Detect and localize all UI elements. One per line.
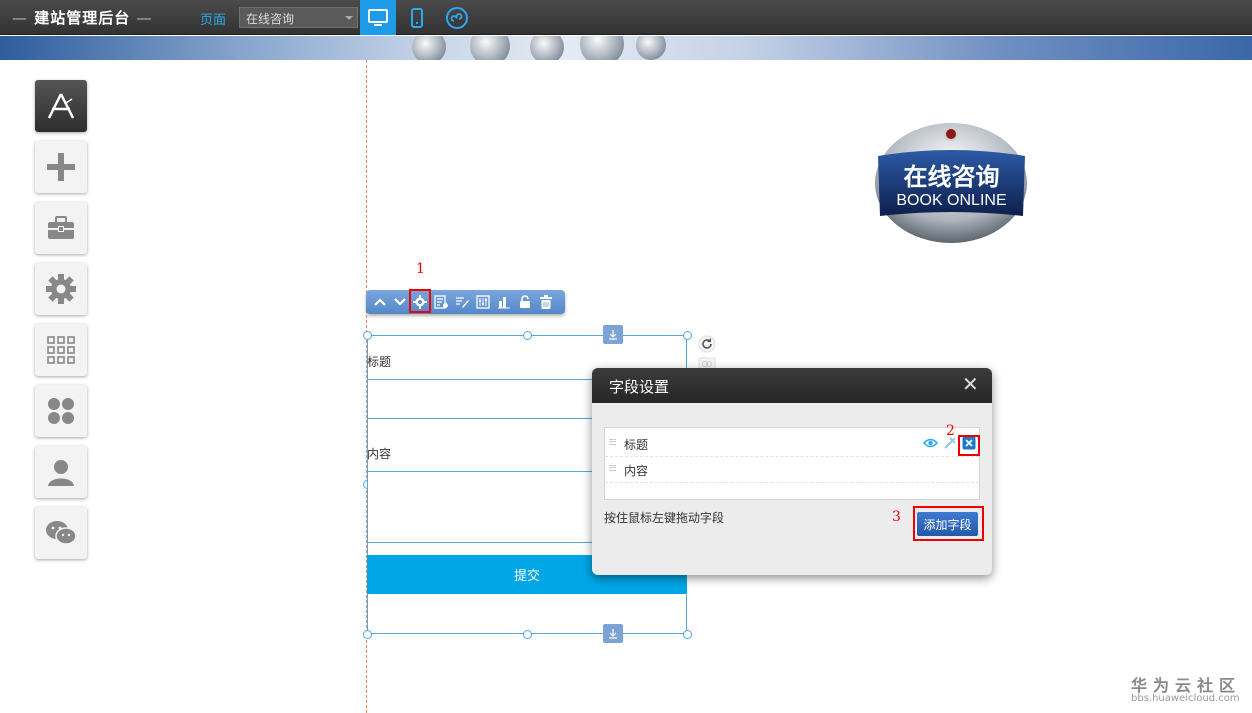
banner-decoration — [580, 36, 624, 60]
drag-handle-top[interactable] — [603, 325, 623, 344]
resize-handle[interactable] — [363, 331, 372, 340]
download-arrow-icon — [609, 330, 617, 340]
download-arrow-icon — [609, 629, 617, 639]
top-bar: — 建站管理后台 — 页面 在线咨询 — [0, 0, 1252, 35]
sliders-icon — [476, 295, 490, 309]
form-settings-button[interactable] — [433, 294, 449, 310]
app-title-text: 建站管理后台 — [34, 9, 131, 27]
grid-icon — [47, 336, 75, 364]
trash-icon — [540, 295, 552, 309]
bar-chart-icon — [498, 297, 510, 309]
lock-button[interactable] — [517, 294, 533, 310]
field-settings-dialog: 字段设置 ✕ 标题 内容 按住鼠标左键拖动字段 添加字段 — [592, 368, 992, 575]
lock-icon — [520, 295, 530, 308]
page-select-value: 在线咨询 — [246, 12, 295, 26]
field-label-content: 内容 — [367, 447, 392, 461]
move-up-button[interactable] — [372, 294, 388, 310]
chevron-up-icon — [374, 298, 386, 306]
sidebar-item-user[interactable] — [35, 446, 87, 498]
eye-icon[interactable] — [923, 437, 938, 449]
highlight-delete-field — [958, 435, 980, 456]
delete-button[interactable] — [538, 294, 554, 310]
refresh-icon[interactable] — [698, 335, 716, 353]
step-annotation-1: 1 — [416, 261, 425, 277]
element-toolbar — [366, 290, 565, 314]
app-title: — 建站管理后台 — — [12, 9, 153, 27]
sidebar-item-settings[interactable] — [35, 263, 87, 315]
banner-decoration — [636, 36, 666, 60]
badge-title: 在线咨询 — [903, 162, 1000, 191]
sidebar-item-app-store[interactable] — [35, 80, 87, 132]
sidebar-item-modules[interactable] — [35, 385, 87, 437]
gear-icon — [46, 274, 76, 304]
mobile-icon — [411, 7, 423, 28]
resize-handle[interactable] — [523, 331, 532, 340]
user-icon — [48, 460, 74, 486]
form-settings-icon — [433, 295, 448, 309]
drag-grip-icon[interactable] — [609, 465, 616, 471]
desktop-icon — [368, 8, 388, 26]
mini-program-view-button[interactable] — [439, 0, 475, 35]
mobile-view-button[interactable] — [399, 0, 435, 35]
sidebar-item-grid[interactable] — [35, 324, 87, 376]
plus-icon — [47, 153, 75, 181]
field-list: 标题 内容 — [604, 427, 980, 500]
animation-button[interactable] — [496, 294, 512, 310]
dialog-title: 字段设置 — [609, 378, 670, 396]
list-item[interactable]: 标题 — [605, 431, 979, 457]
step-annotation-3: 3 — [892, 509, 901, 525]
step-annotation-2: 2 — [946, 423, 955, 439]
wechat-icon — [46, 521, 77, 545]
field-name: 内容 — [624, 464, 649, 478]
chevron-down-icon — [345, 16, 353, 20]
banner-decoration — [412, 36, 446, 60]
field-name: 标题 — [624, 438, 649, 452]
list-item[interactable]: 内容 — [605, 457, 979, 483]
mini-program-icon — [446, 6, 468, 29]
edit-button[interactable] — [454, 294, 470, 310]
banner-decoration — [530, 36, 564, 60]
resize-handle[interactable] — [363, 630, 372, 639]
chevron-down-icon — [394, 298, 406, 306]
style-button[interactable] — [475, 294, 491, 310]
badge-subtitle: BOOK ONLINE — [896, 192, 1007, 209]
sidebar-item-wechat[interactable] — [35, 507, 87, 559]
highlight-settings-button — [409, 289, 431, 313]
banner-decoration — [470, 36, 510, 60]
sidebar-item-toolbox[interactable] — [35, 202, 87, 254]
resize-handle[interactable] — [683, 630, 692, 639]
drag-handle-bottom[interactable] — [603, 624, 623, 643]
sidebar-item-add[interactable] — [35, 141, 87, 193]
drag-grip-icon[interactable] — [609, 439, 616, 445]
resize-handle[interactable] — [683, 331, 692, 340]
move-down-button[interactable] — [392, 294, 408, 310]
page-select[interactable]: 在线咨询 — [239, 7, 358, 28]
drag-hint-text: 按住鼠标左键拖动字段 — [604, 511, 725, 525]
field-label-title: 标题 — [367, 355, 392, 369]
resize-handle[interactable] — [523, 630, 532, 639]
page-banner — [0, 36, 1252, 60]
page-label: 页面 — [200, 13, 227, 28]
dialog-header: 字段设置 ✕ — [592, 368, 992, 403]
highlight-add-field — [913, 506, 984, 541]
clover-icon — [48, 398, 74, 424]
app-store-icon — [47, 93, 75, 119]
close-icon[interactable]: ✕ — [962, 374, 979, 394]
desktop-view-button[interactable] — [360, 0, 396, 35]
toolbox-icon — [48, 216, 74, 239]
online-consult-badge[interactable]: 在线咨询 BOOK ONLINE — [873, 122, 1030, 244]
edit-icon — [455, 297, 469, 308]
watermark-url: bbs.huaweicloud.com — [1131, 693, 1240, 704]
